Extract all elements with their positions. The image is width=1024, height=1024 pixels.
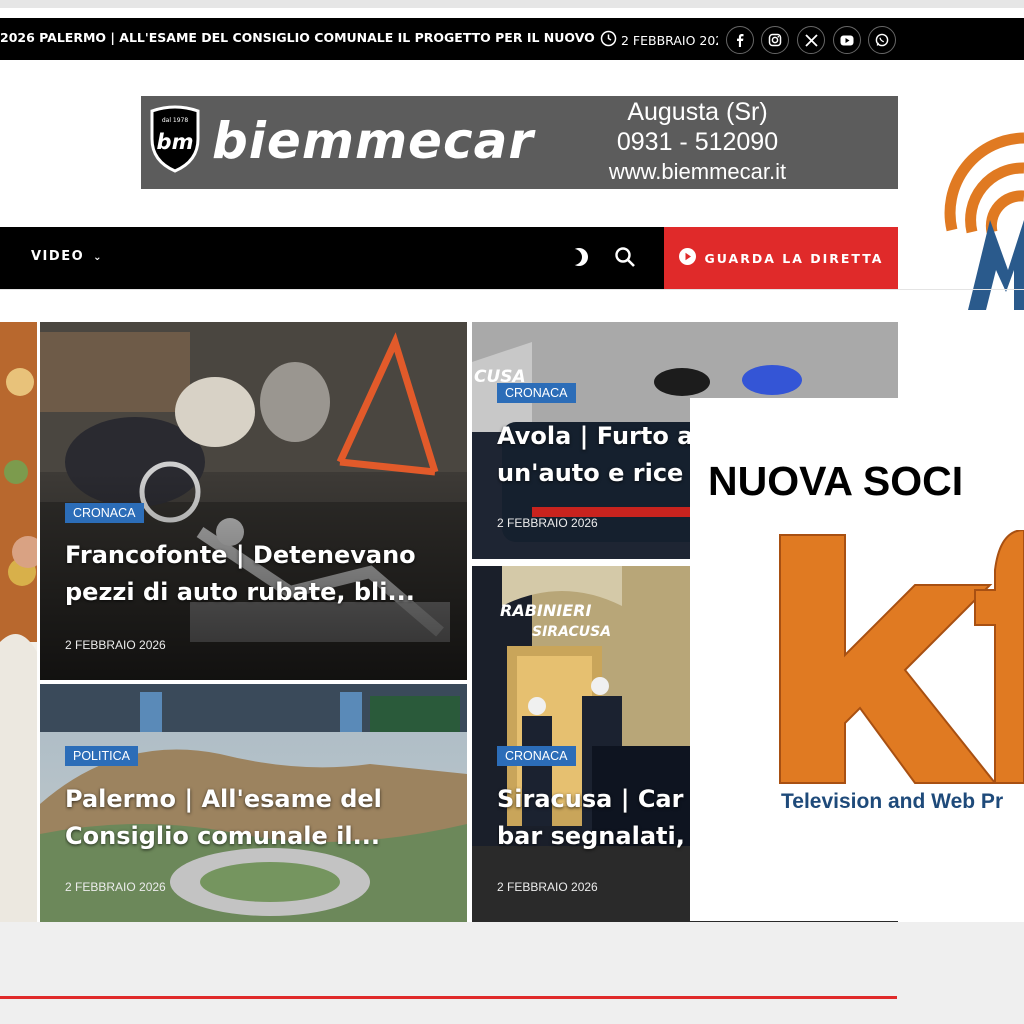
ticker-date: 2 FEBBRAIO 2026 bbox=[600, 30, 718, 50]
x-icon[interactable] bbox=[797, 26, 825, 54]
nav-video-label: VIDEO bbox=[31, 249, 85, 264]
site-logo-partial[interactable] bbox=[940, 120, 1024, 315]
article-date: 2 FEBBRAIO 2026 bbox=[65, 880, 166, 894]
banner-contact: Augusta (Sr) 0931 - 512090 www.biemmecar… bbox=[590, 97, 805, 187]
play-icon bbox=[678, 248, 696, 268]
nav-divider bbox=[0, 289, 1024, 290]
shield-text: dal 1978 bbox=[162, 117, 189, 124]
article-title-line: bar segnalati, bbox=[497, 822, 685, 850]
search-icon[interactable] bbox=[614, 246, 636, 272]
ticker-headline[interactable]: 2026 PALERMO | ALL'ESAME DEL CONSIGLIO C… bbox=[0, 30, 600, 50]
article-title-line: Avola | Furto a bbox=[497, 422, 690, 450]
category-badge[interactable]: CRONACA bbox=[497, 383, 576, 403]
instagram-icon[interactable] bbox=[761, 26, 789, 54]
category-badge[interactable]: CRONACA bbox=[497, 746, 576, 766]
article-title-line: un'auto e rice bbox=[497, 459, 684, 487]
page-footer-area bbox=[0, 922, 1024, 1024]
biemmecar-shield-logo: dal 1978 bm bbox=[148, 105, 202, 173]
article-title-line: pezzi di auto rubate, bli... bbox=[65, 578, 415, 606]
category-badge[interactable]: CRONACA bbox=[65, 503, 144, 523]
banner-city: Augusta (Sr) bbox=[627, 98, 768, 126]
article-date: 2 FEBBRAIO 2026 bbox=[497, 880, 598, 894]
article-title[interactable]: Siracusa | Car bar segnalati, bbox=[497, 781, 690, 855]
kf-logo: kf bbox=[775, 528, 1024, 788]
article-date: 2 FEBBRAIO 2026 bbox=[65, 638, 166, 652]
youtube-icon[interactable] bbox=[833, 26, 861, 54]
facebook-icon[interactable] bbox=[726, 26, 754, 54]
top-strip bbox=[0, 0, 1024, 8]
live-button[interactable]: GUARDA LA DIRETTA bbox=[664, 227, 898, 289]
article-tile[interactable] bbox=[40, 322, 467, 680]
chevron-down-icon: ⌄ bbox=[93, 252, 104, 263]
banner-phone: 0931 - 512090 bbox=[616, 128, 779, 156]
article-date: 2 FEBBRAIO 2026 bbox=[497, 516, 598, 530]
article-tile-partial[interactable] bbox=[0, 322, 37, 922]
article-title-line: Siracusa | Car bbox=[497, 785, 684, 813]
ticker-date-text: 2 FEBBRAIO 2026 bbox=[621, 32, 718, 48]
article-title-line: Consiglio comunale il... bbox=[65, 822, 380, 850]
kf-logo-text: kf bbox=[775, 530, 777, 531]
banner-website: www.biemmecar.it bbox=[608, 159, 787, 184]
footer-divider bbox=[0, 996, 897, 999]
popup-tagline: Television and Web Pr bbox=[781, 790, 1004, 813]
article-title-line: Palermo | All'esame del bbox=[65, 785, 382, 813]
article-title[interactable]: Avola | Furto a un'auto e rice bbox=[497, 418, 690, 492]
popup-headline: NUOVA SOCI bbox=[708, 458, 964, 504]
live-button-label: GUARDA LA DIRETTA bbox=[704, 250, 884, 266]
whatsapp-icon[interactable] bbox=[868, 26, 896, 54]
dark-mode-icon[interactable] bbox=[566, 246, 590, 272]
banner-brand: biemmecar bbox=[212, 112, 534, 170]
photo-sign-text-1: RABINIERI bbox=[500, 601, 591, 620]
svg-text:bm: bm bbox=[157, 130, 194, 154]
category-badge[interactable]: POLITICA bbox=[65, 746, 138, 766]
nav-item-video[interactable]: VIDEO ⌄ bbox=[31, 249, 103, 264]
clock-icon bbox=[600, 30, 617, 50]
article-title[interactable]: Palermo | All'esame del Consiglio comuna… bbox=[65, 781, 460, 855]
photo-sign-text-2: SIRACUSA bbox=[532, 624, 611, 640]
article-title[interactable]: Francofonte | Detenevano pezzi di auto r… bbox=[65, 537, 460, 611]
article-title-line: Francofonte | Detenevano bbox=[65, 541, 416, 569]
